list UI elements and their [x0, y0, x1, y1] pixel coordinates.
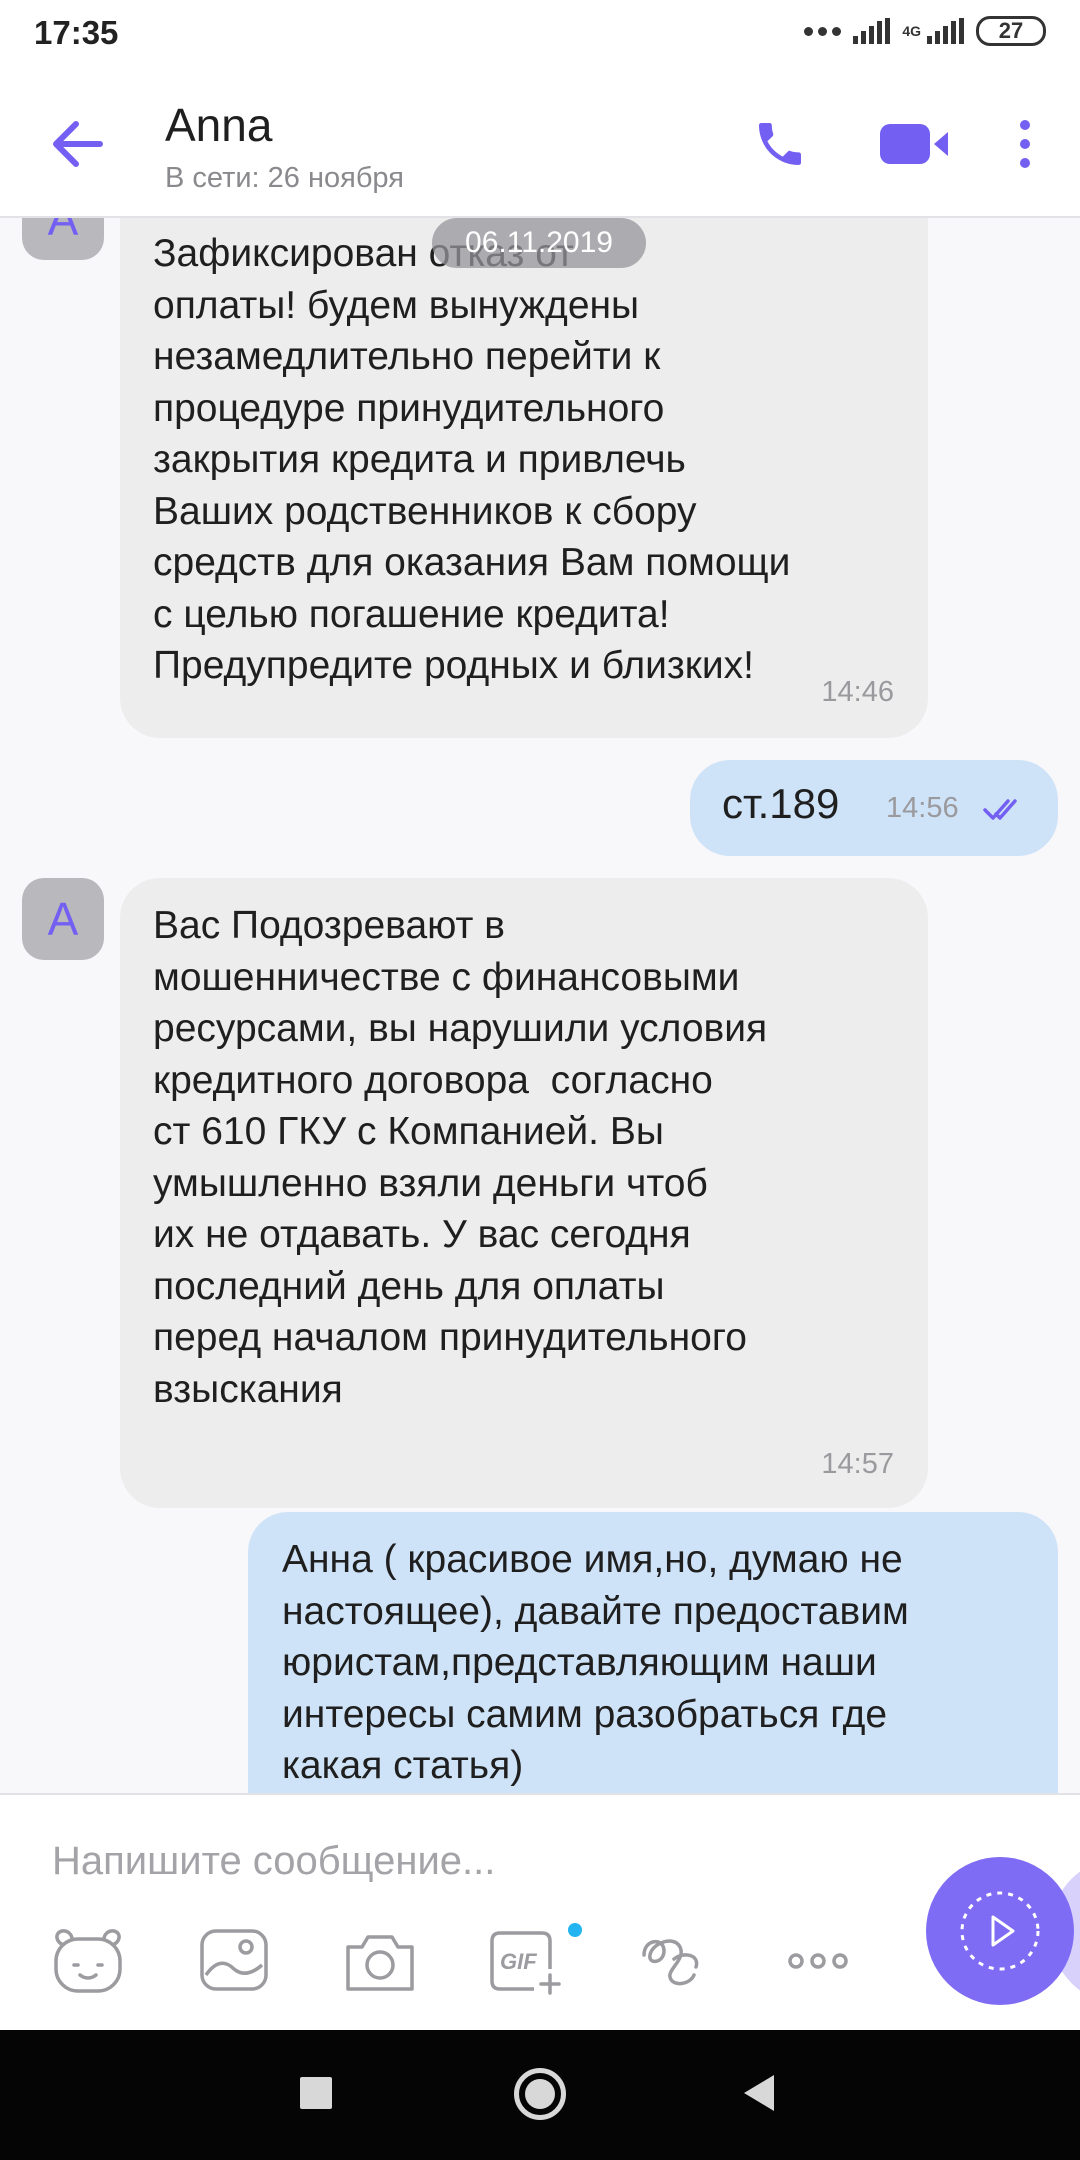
camera-icon[interactable] — [340, 1925, 420, 1995]
message-composer: GIF — [0, 1793, 1080, 2030]
message-time: 14:57 — [821, 1448, 894, 1480]
screen: 17:35 4G 27 Anna В сети: 26 ноября A Заф… — [0, 0, 1080, 2160]
status-icons: 4G 27 — [804, 16, 1046, 46]
status-bar: 17:35 4G 27 — [0, 0, 1080, 70]
status-time: 17:35 — [34, 14, 119, 51]
date-label: 06.11.2019 — [432, 218, 646, 268]
more-vertical-icon[interactable] — [1010, 116, 1040, 172]
message-time: 14:56 — [886, 792, 959, 824]
message-text: Вас Подозревают в мошенничестве с финанс… — [153, 904, 768, 1411]
gallery-icon[interactable] — [194, 1925, 274, 1995]
outgoing-message[interactable]: ст.189 14:56 — [690, 760, 1058, 856]
notification-dots-icon — [804, 26, 842, 36]
message-input[interactable] — [52, 1831, 652, 1891]
system-nav-bar — [0, 2030, 1080, 2160]
video-camera-icon[interactable] — [878, 120, 950, 168]
back-icon[interactable] — [744, 2075, 774, 2111]
incoming-message[interactable]: Вас Подозревают в мошенничестве с финанс… — [120, 878, 928, 1508]
chat-header: Anna В сети: 26 ноября — [0, 70, 1080, 218]
gif-icon[interactable]: GIF — [484, 1925, 564, 1995]
message-time: 14:46 — [821, 676, 894, 708]
video-message-button[interactable] — [926, 1857, 1074, 2005]
sticker-icon[interactable] — [48, 1925, 128, 1995]
home-icon[interactable] — [514, 2068, 566, 2120]
more-icon[interactable] — [778, 1925, 858, 1995]
network-type: 4G — [902, 23, 921, 39]
avatar[interactable]: A — [22, 878, 104, 960]
read-receipt-icon — [982, 796, 1028, 822]
contact-status: В сети: 26 ноября — [165, 162, 404, 194]
signal-icon-2 — [927, 18, 964, 44]
message-list[interactable]: A Зафиксирован отказ от оплаты! будем вы… — [0, 218, 1080, 1793]
new-badge-dot — [568, 1923, 582, 1937]
message-text: Зафиксирован отказ от оплаты! будем выну… — [153, 232, 791, 687]
recents-icon[interactable] — [300, 2077, 332, 2109]
doodle-icon[interactable] — [634, 1925, 714, 1995]
contact-name[interactable]: Anna — [165, 98, 272, 152]
incoming-message[interactable]: Зафиксирован отказ от оплаты! будем выну… — [120, 218, 928, 738]
message-text: ст.189 — [722, 780, 840, 827]
signal-icon — [853, 18, 891, 44]
phone-icon[interactable] — [752, 116, 808, 172]
outgoing-message[interactable]: Анна ( красивое имя,но, думаю не настоящ… — [248, 1512, 1058, 1793]
message-text: Анна ( красивое имя,но, думаю не настоящ… — [282, 1538, 909, 1787]
gif-label: GIF — [500, 1949, 537, 1974]
avatar[interactable]: A — [22, 218, 104, 260]
battery-level: 27 — [998, 18, 1024, 43]
back-arrow-icon[interactable] — [48, 116, 108, 172]
battery-icon: 27 — [976, 16, 1046, 46]
